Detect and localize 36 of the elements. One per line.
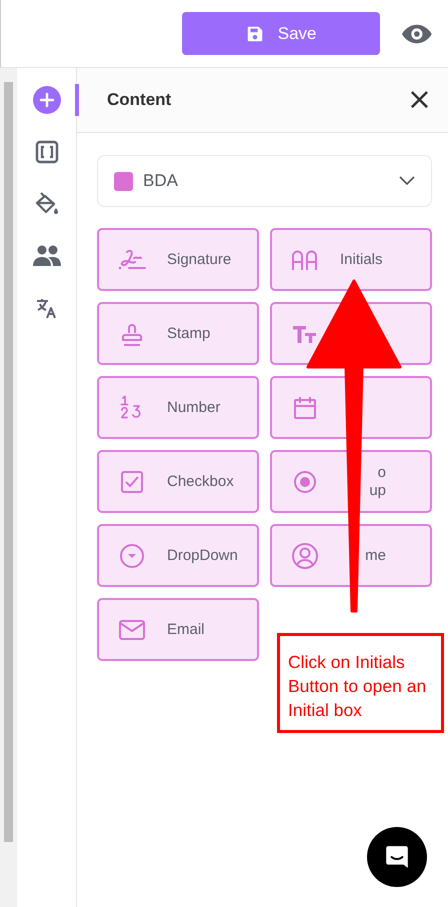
field-button[interactable]: Email (97, 598, 259, 661)
envelope-icon (119, 620, 145, 640)
field-label-fragment: o (378, 464, 386, 482)
person-icon (291, 542, 319, 570)
signature-icon (117, 248, 147, 272)
double-a-icon (291, 248, 319, 270)
panel-title: Content (107, 90, 172, 110)
annotation-note: Click on Initials Button to open an Initial box (277, 633, 444, 733)
chevron-down-icon (399, 176, 415, 186)
save-button[interactable]: Save (182, 12, 380, 55)
field-button[interactable]: Initials (270, 228, 432, 291)
dropdown-icon (119, 542, 145, 568)
translate-icon[interactable] (34, 296, 58, 320)
active-indicator (75, 84, 79, 116)
eye-icon[interactable] (402, 24, 432, 44)
field-label-fragment: me (365, 546, 386, 564)
brackets-icon[interactable] (34, 140, 58, 164)
field-button[interactable]: DropDown (97, 524, 259, 587)
radio-icon (293, 470, 317, 494)
field-label-fragment: up (369, 482, 386, 500)
calendar-icon (293, 396, 317, 420)
field-button[interactable]: Checkbox (97, 450, 259, 513)
scrollbar[interactable] (0, 68, 17, 907)
chat-icon (384, 844, 410, 870)
paint-bucket-icon[interactable] (34, 191, 60, 217)
checkbox-icon (120, 470, 144, 494)
add-icon[interactable] (32, 86, 60, 114)
field-button[interactable]: Signature (97, 228, 259, 291)
text-size-icon (292, 324, 318, 344)
field-button[interactable]: Number (97, 376, 259, 439)
close-button[interactable]: × (406, 85, 432, 115)
recipient-select[interactable]: BDA (97, 155, 432, 207)
field-button[interactable]: o up (270, 450, 432, 513)
field-button[interactable]: me (270, 524, 432, 587)
field-button[interactable]: Stamp (97, 302, 259, 365)
people-icon[interactable] (32, 245, 60, 267)
